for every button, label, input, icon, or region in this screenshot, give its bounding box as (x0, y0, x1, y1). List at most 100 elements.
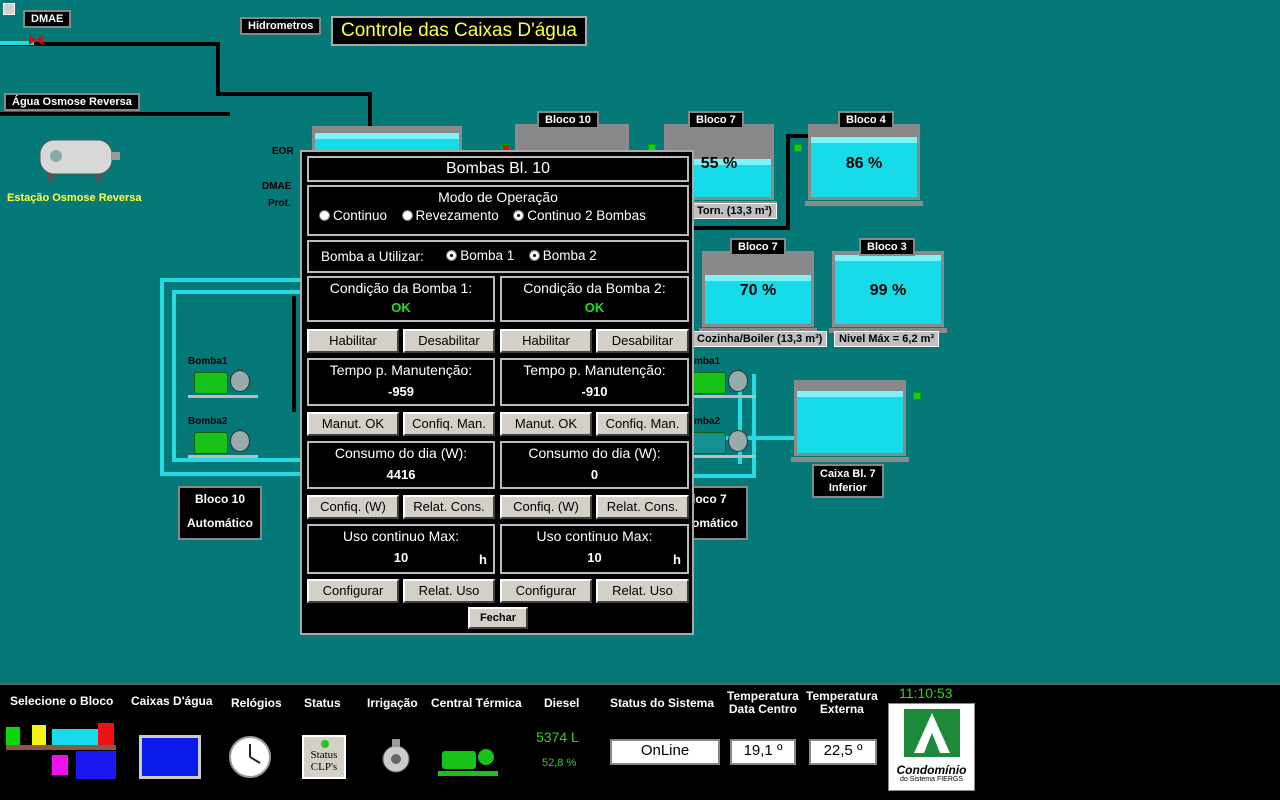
irrigation-pump-icon[interactable] (380, 737, 412, 777)
pipe (216, 92, 372, 96)
radio-bomba-2[interactable]: Bomba 2 (528, 248, 597, 263)
water-pipe (172, 458, 302, 462)
manut-ok-2-button[interactable]: Manut. OK (500, 412, 592, 436)
tempo-manutencao-1-panel: Tempo p. Manutenção: -959 (307, 358, 495, 406)
central-termica-label: Central Térmica (431, 696, 522, 710)
tank-level-text: 86 % (845, 155, 883, 172)
manut-ok-1-button[interactable]: Manut. OK (307, 412, 399, 436)
radio-continuo[interactable]: Continuo (319, 208, 387, 223)
modo-options: Continuo Revezamento Continuo 2 Bombas (319, 208, 687, 226)
consumo-dia-2-value: 0 (590, 467, 599, 482)
temp-datacentro-value: 19,1 º (730, 739, 796, 765)
uso-continuo-1-panel: Uso continuo Max: 10 h (307, 524, 495, 574)
mode-box-bloco10[interactable]: Bloco 10 Automático (178, 486, 262, 540)
unit-label: h (673, 552, 681, 567)
corner-checkbox[interactable] (3, 3, 15, 15)
tank-bloco3[interactable]: 99 % (829, 251, 947, 333)
desabilitar-bomba2-button[interactable]: Desabilitar (596, 329, 689, 353)
water-pipe (160, 278, 164, 476)
relat-cons-2-button[interactable]: Relat. Cons. (596, 495, 689, 519)
water-pipe (172, 290, 302, 294)
irrigacao-label: Irrigação (367, 696, 418, 710)
pipe (690, 226, 790, 230)
habilitar-bomba2-button[interactable]: Habilitar (500, 329, 592, 353)
tank-caixa-inferior[interactable] (791, 380, 909, 462)
bombas-dialog: Bombas Bl. 10 Modo de Operação Continuo … (300, 150, 694, 635)
dmae-side-label: DMAE (262, 181, 292, 192)
relat-uso-1-button[interactable]: Relat. Uso (403, 579, 495, 603)
pipe (786, 134, 808, 138)
status-clp-button[interactable]: Status CLP's (302, 735, 346, 779)
pump-motor-right-1[interactable]: mba1 (686, 356, 756, 398)
bomba-utilizar-panel: Bomba a Utilizar: Bomba 1 Bomba 2 (307, 240, 689, 273)
pump-motor-right-2[interactable]: mba2 (686, 416, 756, 458)
uso-continuo-1-value: 10 (393, 550, 409, 565)
tank-bloco4-label: Bloco 4 (838, 111, 894, 129)
tank-caption: Nivel Máx = 6,2 m³ (834, 331, 940, 347)
condominio-logo: Condomínio do Sistema FIERGS (888, 703, 975, 791)
radio-bomba-1[interactable]: Bomba 1 (446, 248, 514, 263)
tank-caption: Torn. (13,3 m³) (692, 203, 777, 219)
tank-bloco7-label: Bloco 7 (730, 238, 786, 256)
configurar-1-button[interactable]: Configurar (307, 579, 399, 603)
tank-level-text: 55 % (700, 155, 738, 172)
estacao-osmose-label: Estação Osmose Reversa (7, 192, 142, 204)
temp-datacentro-label: Temperatura Data Centro (727, 689, 799, 716)
osmose-tank-icon[interactable] (34, 134, 120, 182)
consumo-dia-1-panel: Consumo do dia (W): 4416 (307, 441, 495, 489)
configurar-2-button[interactable]: Configurar (500, 579, 592, 603)
consumo-dia-2-panel: Consumo do dia (W): 0 (500, 441, 689, 489)
fechar-button[interactable]: Fechar (468, 607, 528, 629)
consumo-dia-1-value: 4416 (386, 467, 416, 482)
selecione-bloco-label: Selecione o Bloco (10, 694, 114, 708)
tank-bloco4[interactable]: 86 % (805, 124, 923, 206)
bottom-toolbar: Selecione o Bloco Caixas D'água Relógios… (0, 683, 1280, 800)
clock-display: 11:10:53 (899, 685, 953, 701)
page-title: Controle das Caixas D'água (331, 16, 587, 46)
habilitar-bomba1-button[interactable]: Habilitar (307, 329, 399, 353)
desabilitar-bomba1-button[interactable]: Desabilitar (403, 329, 495, 353)
status-sistema-value: OnLine (610, 739, 720, 765)
diesel-percent: 52,8 % (542, 757, 577, 769)
clock-icon[interactable] (226, 735, 274, 779)
hidrometros-button[interactable]: Hidrometros (240, 17, 322, 35)
pipe (786, 134, 790, 230)
config-w-2-button[interactable]: Confiq. (W) (500, 495, 592, 519)
tempo-manutencao-2-value: -910 (581, 384, 608, 399)
tank-level-text: 99 % (869, 282, 907, 299)
condicao-bomba1-panel: Condição da Bomba 1: OK (307, 276, 495, 322)
caixas-agua-label: Caixas D'água (131, 694, 213, 708)
mode-box-bloco7[interactable]: loco 7 omático (686, 486, 748, 540)
tank-bloco7-cozinha[interactable]: 70 % (699, 251, 817, 333)
tempo-manutencao-2-panel: Tempo p. Manutenção: -910 (500, 358, 689, 406)
valve-icon[interactable] (29, 33, 43, 47)
uso-continuo-2-panel: Uso continuo Max: 10 h (500, 524, 689, 574)
prot-label: Prot. (268, 198, 291, 209)
relat-cons-1-button[interactable]: Relat. Cons. (403, 495, 495, 519)
config-w-1-button[interactable]: Confiq. (W) (307, 495, 399, 519)
modo-operacao-title: Modo de Operação (438, 189, 558, 205)
dmae-label: DMAE (23, 10, 72, 28)
radio-revezamento[interactable]: Revezamento (401, 208, 499, 223)
water-pipe (160, 278, 302, 282)
water-pipe (690, 474, 756, 478)
status-label: Status (304, 696, 341, 710)
water-tank-icon[interactable] (139, 735, 201, 779)
config-man-1-button[interactable]: Confiq. Man. (403, 412, 495, 436)
central-termica-icon[interactable] (438, 741, 498, 779)
bomba-utilizar-label: Bomba a Utilizar: (321, 249, 424, 264)
status-led (913, 392, 921, 400)
tank-caption: Cozinha/Boiler (13,3 m³) (692, 331, 828, 347)
radio-continuo-2-bombas[interactable]: Continuo 2 Bombas (513, 208, 646, 223)
pump-motor-1[interactable]: Bomba1 (188, 356, 258, 398)
tempo-manutencao-1-value: -959 (387, 384, 415, 399)
config-man-2-button[interactable]: Confiq. Man. (596, 412, 689, 436)
tank-bloco10-label: Bloco 10 (537, 111, 599, 129)
diesel-liters: 5374 L (536, 729, 579, 745)
modo-operacao-panel: Modo de Operação Continuo Revezamento Co… (307, 185, 689, 236)
relat-uso-2-button[interactable]: Relat. Uso (596, 579, 689, 603)
pump-motor-2[interactable]: Bomba2 (188, 416, 258, 458)
block-selector-icon[interactable] (6, 719, 118, 783)
relogios-label: Relógios (231, 696, 282, 710)
status-led (794, 144, 802, 152)
